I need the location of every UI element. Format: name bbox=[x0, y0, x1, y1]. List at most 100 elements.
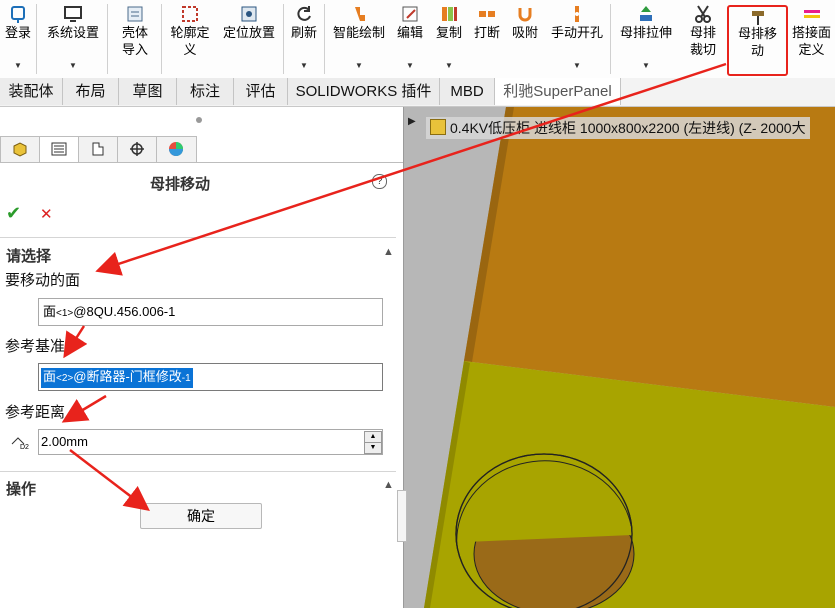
section-operations-header[interactable]: 操作 bbox=[6, 478, 36, 499]
tab-superpanel[interactable]: 利驰SuperPanel bbox=[495, 78, 621, 105]
ok-check-icon[interactable]: ✔ bbox=[6, 203, 21, 224]
power-plug-icon bbox=[11, 6, 25, 23]
toolbar-drill-button[interactable]: 手动开孔 ▼ bbox=[546, 0, 608, 76]
chevron-down-icon[interactable]: ▼ bbox=[445, 61, 453, 70]
place-icon bbox=[241, 6, 257, 22]
magnet-icon bbox=[518, 8, 532, 22]
cancel-x-icon[interactable]: ✕ bbox=[40, 205, 53, 223]
tab-dimxpert[interactable] bbox=[117, 136, 158, 162]
toolbar-stretch-button[interactable]: 母排拉伸 ▼ bbox=[614, 0, 678, 76]
toolbar-edit-button[interactable]: 编辑 ▼ bbox=[392, 0, 428, 76]
tab-evaluate[interactable]: 评估 bbox=[234, 78, 288, 105]
toolbar-refresh-button[interactable]: 刷新 ▼ bbox=[286, 0, 322, 76]
document-title: 0.4KV低压柜 进线柜 1000x800x2200 (左进线) (Z- 200… bbox=[450, 120, 806, 136]
tab-property-manager[interactable] bbox=[39, 136, 80, 162]
spin-down-icon[interactable]: ▼ bbox=[364, 442, 382, 454]
tab-annotate[interactable]: 标注 bbox=[177, 78, 234, 105]
toolbar-profile-button[interactable]: 轮廓定义 bbox=[164, 0, 216, 76]
crosshair-icon bbox=[130, 142, 144, 156]
tab-configuration[interactable] bbox=[78, 136, 119, 162]
chevron-down-icon[interactable]: ▼ bbox=[406, 61, 414, 70]
confirm-button[interactable]: 确定 bbox=[140, 503, 262, 529]
chevron-down-icon[interactable]: ▼ bbox=[69, 61, 77, 70]
face-value: @8QU.456.006-1 bbox=[73, 304, 176, 319]
copy-icon bbox=[442, 7, 457, 21]
tab-display[interactable] bbox=[156, 136, 197, 162]
property-manager: 母排移动 ? ✔ ✕ 请选择 ▲ 要移动的面 面<1>@8QU.456.006-… bbox=[0, 107, 407, 608]
ribbon-toolbar: 登录 ▼ 系统设置 ▼ 壳体导入 轮廓定义 定位放置 刷新 ▼ 智能绘制 ▼ 编… bbox=[0, 0, 835, 79]
toolbar-label: 复制 bbox=[435, 25, 462, 40]
break-icon bbox=[479, 11, 495, 17]
toolbar-login-button[interactable]: 登录 ▼ bbox=[0, 0, 36, 76]
stretch-icon bbox=[640, 6, 652, 21]
toolbar-separator bbox=[107, 4, 108, 74]
distance-input[interactable]: 2.00mm bbox=[38, 429, 383, 455]
toolbar-label: 吸附 bbox=[511, 25, 538, 40]
toolbar-label: 母排移动 bbox=[737, 26, 777, 58]
toolbar-label: 编辑 bbox=[396, 25, 423, 40]
list-icon bbox=[51, 142, 67, 156]
toolbar-import-button[interactable]: 壳体导入 bbox=[110, 0, 160, 76]
reference-selection-box[interactable]: 面<2>@断路器-门框修改-1 bbox=[38, 363, 383, 391]
chevron-down-icon[interactable]: ▼ bbox=[14, 61, 22, 70]
toolbar-label: 母排裁切 bbox=[689, 25, 716, 57]
import-icon bbox=[127, 6, 143, 22]
toolbar-break-button[interactable]: 打断 bbox=[469, 0, 505, 76]
tab-solidworks-addins[interactable]: SOLIDWORKS 插件 bbox=[288, 78, 440, 105]
divider bbox=[0, 237, 396, 238]
toolbar-place-button[interactable]: 定位放置 bbox=[218, 0, 280, 76]
face-value-index: <1> bbox=[56, 308, 74, 319]
tab-feature-tree[interactable] bbox=[0, 136, 41, 162]
chevron-down-icon[interactable]: ▼ bbox=[642, 61, 650, 70]
collapse-chevron-icon[interactable]: ▲ bbox=[383, 479, 394, 491]
tab-mbd[interactable]: MBD bbox=[440, 78, 495, 105]
toolbar-separator bbox=[36, 4, 37, 74]
toolbar-separator bbox=[610, 4, 611, 74]
manager-tabs bbox=[0, 136, 403, 163]
chevron-down-icon[interactable]: ▼ bbox=[573, 61, 581, 70]
toolbar-label: 手动开孔 bbox=[550, 25, 603, 40]
cabinet-model[interactable] bbox=[404, 107, 835, 608]
toolbar-label: 壳体导入 bbox=[121, 25, 148, 57]
toolbar-settings-button[interactable]: 系统设置 ▼ bbox=[40, 0, 106, 76]
selected-reference[interactable]: 面<2>@断路器-门框修改-1 bbox=[41, 368, 193, 388]
toolbar-label: 轮廓定义 bbox=[170, 25, 210, 57]
smart-draw-icon bbox=[355, 7, 365, 21]
divider bbox=[0, 471, 396, 472]
section-select-header[interactable]: 请选择 bbox=[6, 245, 51, 266]
tab-sketch[interactable]: 草图 bbox=[119, 78, 177, 105]
face-selection-box[interactable]: 面<1>@8QU.456.006-1 bbox=[38, 298, 383, 326]
toolbar-magnet-button[interactable]: 吸附 bbox=[507, 0, 543, 76]
profile-icon bbox=[182, 6, 198, 22]
tab-layout[interactable]: 布局 bbox=[63, 78, 119, 105]
collapse-chevron-icon[interactable]: ▲ bbox=[383, 246, 394, 258]
toolbar-separator bbox=[161, 4, 162, 74]
distance-dimension-icon: D2 bbox=[10, 434, 30, 454]
toolbar-busbar-move-button[interactable]: 母排移动 bbox=[727, 5, 788, 76]
scissors-icon bbox=[695, 5, 711, 23]
expand-tree-icon[interactable]: ▶ bbox=[408, 116, 416, 127]
toolbar-label: 打断 bbox=[473, 25, 500, 40]
toolbar-smart-draw-button[interactable]: 智能绘制 ▼ bbox=[328, 0, 390, 76]
toolbar-lap-face-button[interactable]: 搭接面定义 bbox=[788, 0, 835, 76]
chevron-down-icon[interactable]: ▼ bbox=[355, 61, 363, 70]
toolbar-label: 系统设置 bbox=[46, 25, 99, 40]
chevron-down-icon[interactable]: ▼ bbox=[300, 61, 308, 70]
command-manager-tabs: 装配体 布局 草图 标注 评估 SOLIDWORKS 插件 MBD 利驰Supe… bbox=[0, 78, 835, 107]
toolbar-copy-button[interactable]: 复制 ▼ bbox=[431, 0, 467, 76]
distance-label: 参考距离 bbox=[5, 404, 66, 421]
toolbar-label: 搭接面定义 bbox=[792, 25, 832, 57]
toolbar-cut-button[interactable]: 母排裁切 bbox=[680, 0, 726, 76]
ref-label: 参考基准 bbox=[5, 338, 66, 355]
busbar-move-icon bbox=[751, 11, 764, 25]
splitter-handle[interactable] bbox=[196, 117, 202, 123]
tab-assembly[interactable]: 装配体 bbox=[0, 78, 63, 105]
graphics-viewport[interactable]: ▶ 0.4KV低压柜 进线柜 1000x800x2200 (左进线) (Z- 2… bbox=[404, 107, 835, 608]
help-icon[interactable]: ? bbox=[372, 174, 387, 189]
appearance-icon bbox=[169, 142, 183, 156]
face-label: 要移动的面 bbox=[5, 272, 81, 289]
refresh-icon bbox=[297, 6, 311, 21]
toolbar-separator bbox=[324, 4, 325, 74]
edit-icon bbox=[402, 6, 418, 22]
panel-resize-handle[interactable] bbox=[397, 490, 407, 542]
